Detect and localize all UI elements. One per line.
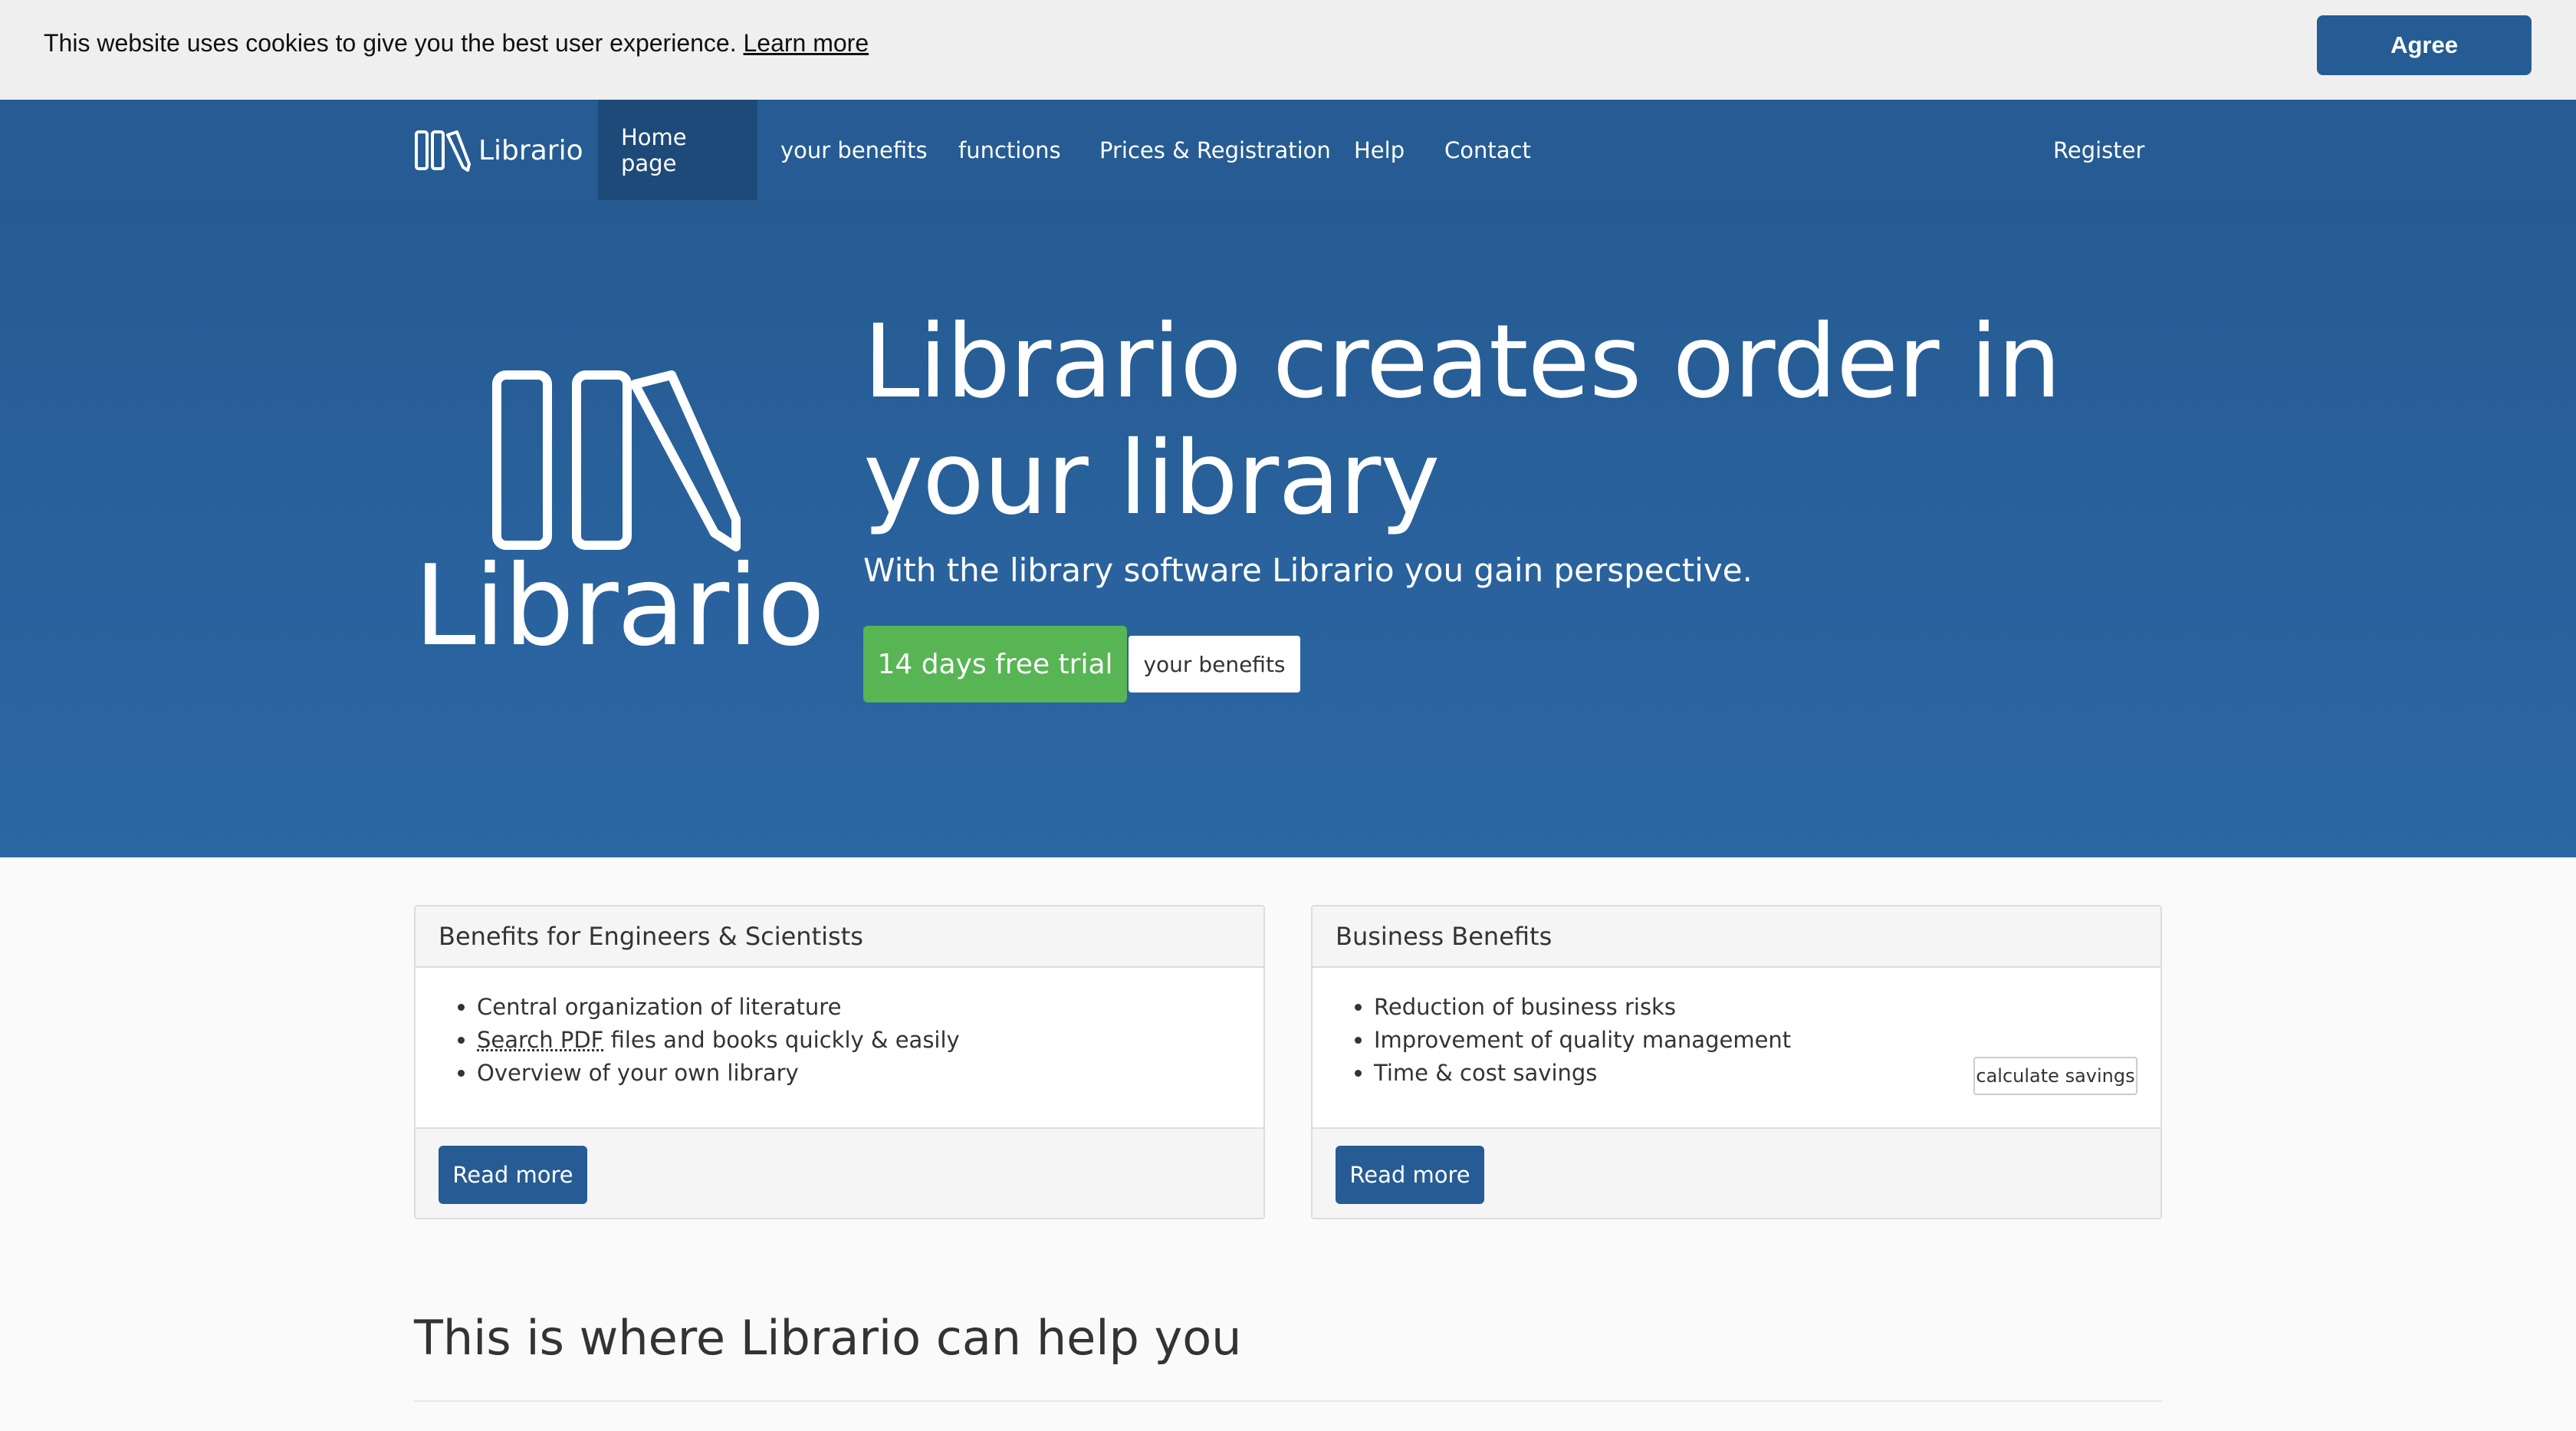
list-item: Reduction of business risks — [1374, 991, 2160, 1024]
business-benefits-card: Business Benefits Reduction of business … — [1311, 905, 2162, 1219]
card-title: Benefits for Engineers & Scientists — [416, 906, 1263, 968]
cookie-banner: This website uses cookies to give you th… — [0, 0, 2576, 100]
librario-logo-icon — [415, 130, 471, 172]
hero-title-line-1: Librario creates order in — [863, 303, 2062, 421]
card-title: Business Benefits — [1313, 906, 2160, 968]
brand-link[interactable]: Librario — [414, 127, 583, 173]
nav-home[interactable]: Home page — [598, 100, 757, 200]
brand-name: Librario — [478, 134, 583, 166]
cookie-message: This website uses cookies to give you th… — [44, 29, 869, 58]
calculate-savings-button[interactable]: calculate savings — [1973, 1057, 2137, 1095]
read-more-button[interactable]: Read more — [1336, 1146, 1484, 1204]
hero-section: Librario Librario creates order in your … — [0, 200, 2576, 857]
card-footer: Read more — [1313, 1127, 2160, 1218]
nav-functions[interactable]: functions — [935, 100, 1084, 200]
engineers-benefits-card: Benefits for Engineers & Scientists Cent… — [414, 905, 1265, 1219]
hero-title-line-2: your library — [863, 419, 1440, 538]
section-divider — [414, 1400, 2162, 1402]
hero-title: Librario creates order in your library — [863, 304, 2090, 537]
read-more-button[interactable]: Read more — [439, 1146, 587, 1204]
list-item-text: files and books quickly & easily — [603, 1027, 960, 1053]
nav-register[interactable]: Register — [2030, 100, 2167, 200]
benefit-list: Central organization of literature Searc… — [477, 991, 1263, 1090]
nav-help[interactable]: Help — [1331, 100, 1428, 200]
search-pdf-abbr: Search PDF — [477, 1027, 604, 1053]
your-benefits-button[interactable]: your benefits — [1129, 636, 1300, 692]
agree-button[interactable]: Agree — [2317, 15, 2532, 75]
free-trial-button[interactable]: 14 days free trial — [863, 626, 1127, 702]
card-body: Reduction of business risks Improvement … — [1313, 968, 2160, 1129]
card-body: Central organization of literature Searc… — [416, 968, 1263, 1129]
list-item: Overview of your own library — [477, 1057, 1263, 1090]
nav-contact[interactable]: Contact — [1421, 100, 1554, 200]
section-title: This is where Librario can help you — [414, 1310, 1242, 1366]
hero-subtitle: With the library software Librario you g… — [863, 551, 1753, 589]
learn-more-link[interactable]: Learn more — [743, 29, 869, 57]
list-item: Search PDF files and books quickly & eas… — [477, 1024, 1263, 1057]
list-item: Central organization of literature — [477, 991, 1263, 1024]
nav-prices-registration[interactable]: Prices & Registration — [1076, 100, 1354, 200]
list-item: Improvement of quality management — [1374, 1024, 2160, 1057]
nav-your-benefits[interactable]: your benefits — [757, 100, 951, 200]
card-footer: Read more — [416, 1127, 1263, 1218]
hero-logo-text: Librario — [414, 541, 825, 671]
cookie-text: This website uses cookies to give you th… — [44, 29, 737, 57]
main-navbar: Librario Home page your benefits functio… — [0, 100, 2576, 200]
